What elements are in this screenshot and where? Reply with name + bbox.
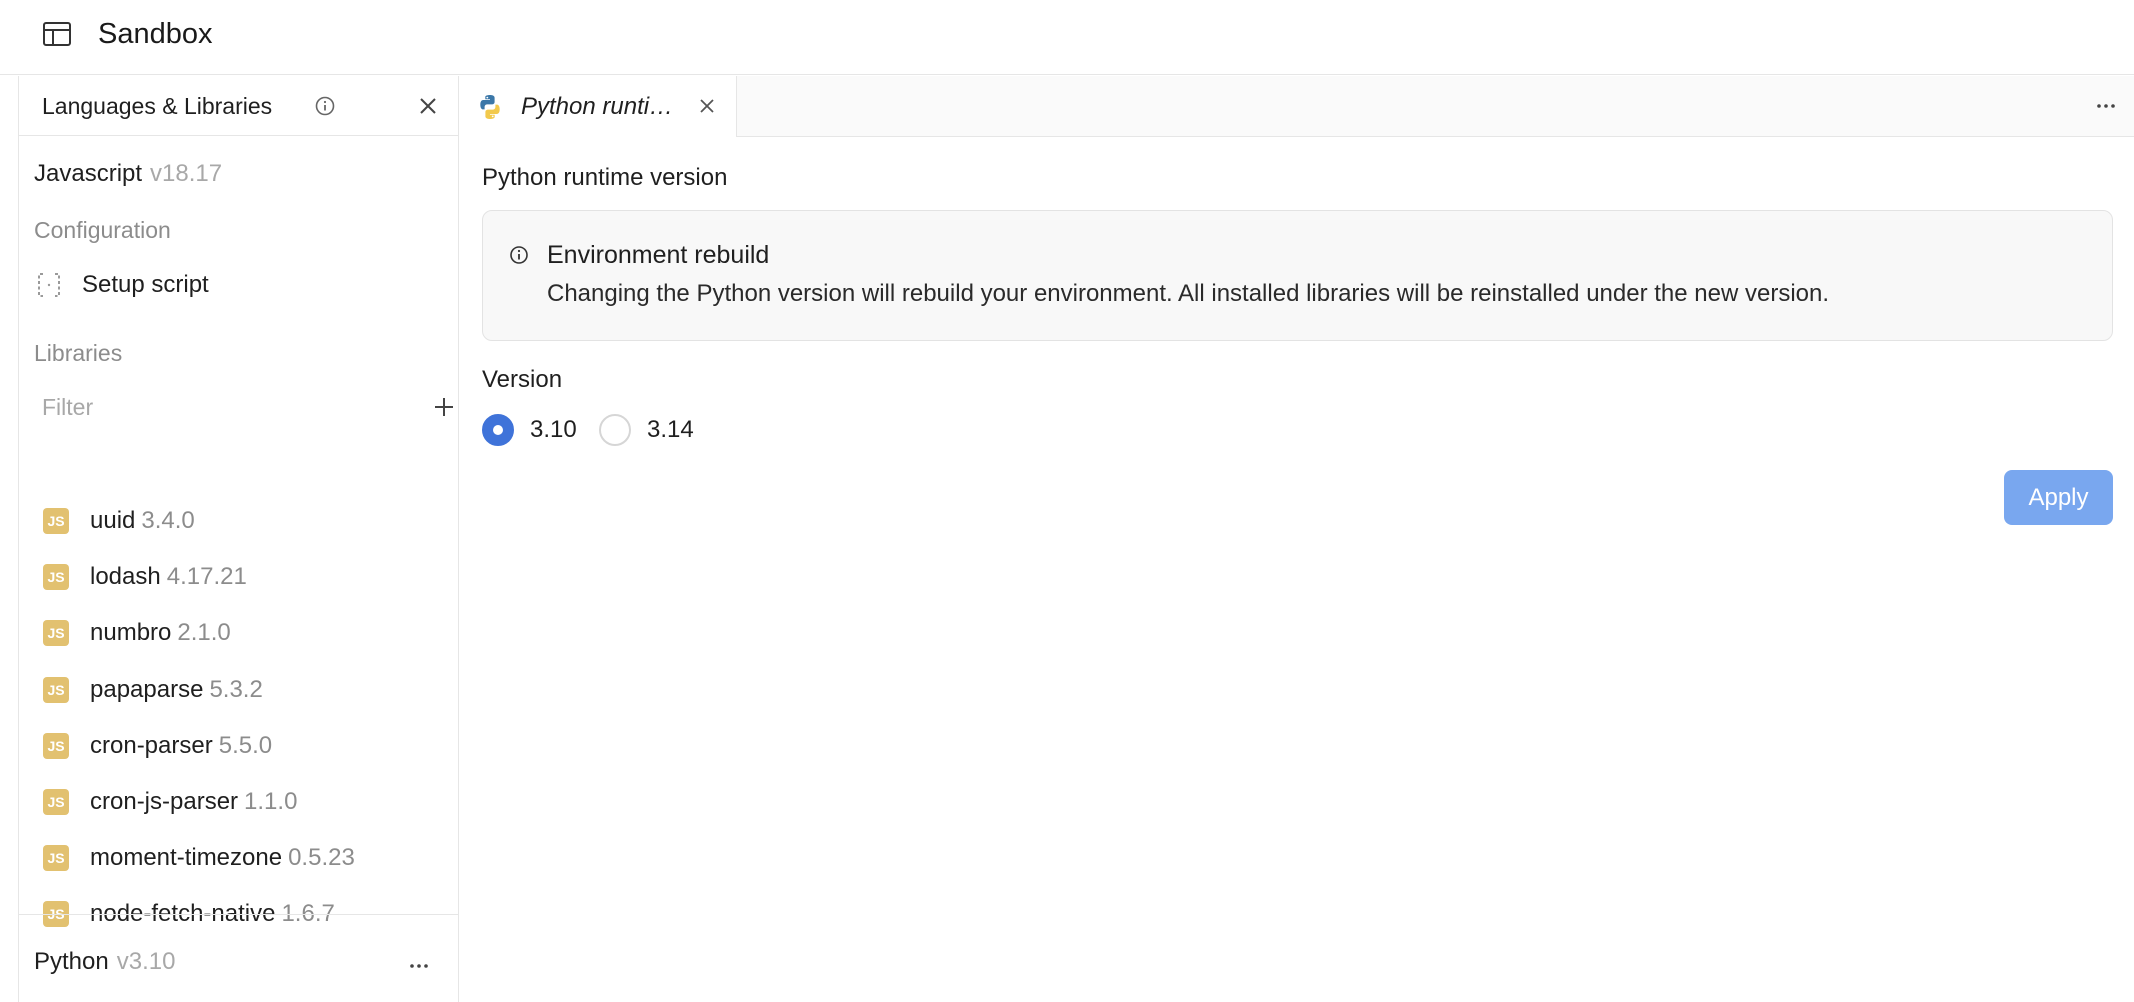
code-bracket-icon — [38, 273, 60, 297]
main-panel: Python runtime version Environment rebui… — [459, 138, 2134, 1002]
radio-label: 3.14 — [647, 416, 694, 443]
library-version: 5.5.0 — [218, 731, 273, 759]
radio-circle — [482, 414, 514, 446]
library-name: moment-timezone — [90, 844, 283, 872]
javascript-icon: JS — [43, 732, 69, 759]
library-item[interactable]: JS papaparse 5.3.2 — [34, 668, 444, 712]
sidebar-title: Languages & Libraries — [42, 93, 273, 119]
setup-script-item[interactable]: Setup script — [34, 267, 444, 303]
top-bar: Sandbox — [0, 0, 2134, 75]
python-icon — [480, 95, 500, 119]
library-text: moment-timezone 0.5.23 — [90, 842, 355, 874]
apply-button[interactable]: Apply — [2004, 470, 2113, 525]
plus-icon[interactable] — [432, 395, 456, 419]
library-name: cron-js-parser — [90, 788, 239, 815]
library-version: 2.1.0 — [177, 619, 231, 647]
library-version: 5.3.2 — [209, 675, 263, 703]
sidebar-divider — [19, 914, 459, 915]
library-item[interactable]: JS cron-js-parser 1.1.0 — [34, 780, 444, 824]
library-name: papaparse — [90, 675, 204, 703]
library-item[interactable]: JS lodash 4.17.21 — [34, 555, 444, 599]
tab-bar: Python runtime version — [459, 76, 2134, 137]
library-text: cron-js-parser 1.1.0 — [90, 786, 297, 818]
library-text: lodash 4.17.21 — [90, 561, 247, 593]
layout-icon[interactable] — [42, 21, 72, 47]
tab-more-options-icon[interactable] — [2094, 94, 2118, 118]
library-filter-row — [34, 386, 453, 428]
language-version: v18.17 — [150, 160, 223, 187]
version-label: Version — [482, 366, 563, 393]
library-version: 0.5.23 — [288, 844, 355, 872]
library-item[interactable]: JS moment-timezone 0.5.23 — [34, 836, 444, 880]
library-version: 3.4.0 — [141, 507, 195, 534]
tab-python-runtime-version[interactable]: Python runtime version — [459, 76, 737, 137]
tab-label: Python runtime version — [521, 93, 683, 120]
library-name: uuid — [90, 507, 136, 534]
library-text: numbro 2.1.0 — [90, 617, 231, 649]
python-language-row[interactable]: Python v3.10 — [19, 946, 459, 986]
page-title: Python runtime version — [482, 164, 728, 191]
library-version: 1.1.0 — [244, 788, 298, 815]
radio-label: 3.10 — [530, 416, 577, 443]
library-text: uuid 3.4.0 — [90, 505, 195, 537]
setup-script-label: Setup script — [82, 271, 209, 298]
callout-title: Environment rebuild — [547, 241, 770, 269]
library-name: cron-parser — [90, 731, 213, 759]
javascript-icon: JS — [43, 564, 69, 591]
javascript-icon: JS — [43, 620, 69, 647]
language-version: v3.10 — [116, 948, 176, 975]
close-sidebar-icon[interactable] — [416, 94, 440, 118]
language-name: Javascript — [34, 160, 143, 187]
javascript-icon: JS — [43, 845, 69, 872]
library-item[interactable]: JS numbro 2.1.0 — [34, 611, 444, 655]
javascript-language-row[interactable]: Javascript v18.17 — [34, 158, 222, 190]
libraries-label: Libraries — [34, 340, 123, 366]
library-item[interactable]: JS uuid 3.4.0 — [34, 499, 444, 543]
library-version: 4.17.21 — [166, 563, 247, 591]
javascript-icon: JS — [43, 508, 69, 534]
library-item[interactable]: JS cron-parser 5.5.0 — [34, 724, 444, 768]
library-text: papaparse 5.3.2 — [90, 674, 263, 706]
library-name: lodash — [90, 563, 161, 591]
callout-body: Changing the Python version will rebuild… — [547, 280, 1830, 307]
more-options-icon[interactable] — [407, 954, 431, 978]
close-tab-icon[interactable] — [696, 95, 718, 117]
configuration-label: Configuration — [34, 217, 171, 243]
language-name: Python — [34, 948, 109, 975]
library-filter-input[interactable] — [34, 388, 384, 426]
library-name: numbro — [90, 619, 172, 647]
radio-circle — [599, 414, 631, 446]
languages-sidebar: Languages & Libraries Javascript v18.17 C… — [19, 76, 459, 1002]
javascript-icon: JS — [43, 676, 69, 703]
python-language-label: Python v3.10 — [34, 946, 175, 978]
info-icon — [510, 246, 528, 264]
javascript-icon: JS — [43, 789, 69, 815]
left-edge-rail — [0, 76, 19, 1002]
app-title: Sandbox — [98, 18, 213, 50]
sidebar-header: Languages & Libraries — [19, 76, 459, 136]
library-text: cron-parser 5.5.0 — [90, 730, 272, 762]
info-icon[interactable] — [313, 94, 337, 118]
environment-rebuild-callout: Environment rebuild Changing the Python … — [482, 210, 2113, 341]
